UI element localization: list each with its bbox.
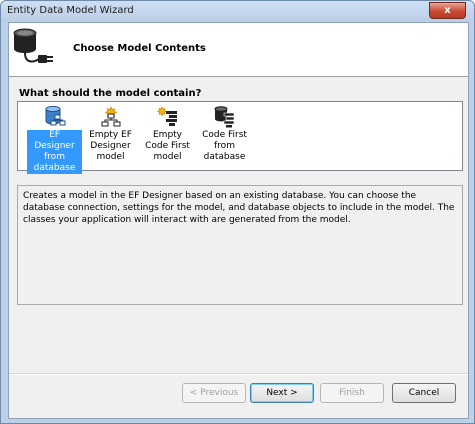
- model-contents-listbox[interactable]: EF Designer from database Empty EF Desig…: [17, 101, 463, 174]
- option-empty-ef-designer-model[interactable]: Empty EF Designer model: [83, 104, 138, 166]
- code-first-from-database-icon: [214, 106, 234, 128]
- close-icon: x: [444, 5, 451, 16]
- option-label: Empty EF Designer model: [89, 130, 132, 162]
- cancel-button[interactable]: Cancel: [392, 383, 456, 403]
- empty-code-first-icon: [156, 106, 177, 126]
- option-label: EF Designer from database: [27, 130, 82, 174]
- window-title: Entity Data Model Wizard: [7, 5, 134, 16]
- option-code-first-from-database[interactable]: Code First from database: [197, 104, 252, 166]
- page-title: Choose Model Contents: [73, 43, 206, 54]
- option-ef-designer-from-database[interactable]: EF Designer from database: [27, 104, 82, 174]
- next-button[interactable]: Next >: [250, 383, 314, 403]
- wizard-header: Choose Model Contents: [9, 23, 468, 77]
- empty-ef-designer-model-icon: [101, 106, 120, 127]
- close-button[interactable]: x: [429, 2, 466, 19]
- previous-button[interactable]: < Previous: [182, 383, 246, 403]
- option-empty-code-first-model[interactable]: Empty Code First model: [140, 104, 195, 166]
- finish-button[interactable]: Finish: [320, 383, 384, 403]
- option-description: Creates a model in the EF Designer based…: [23, 191, 455, 225]
- database-plug-icon: [12, 27, 56, 70]
- title-bar[interactable]: Entity Data Model Wizard x: [1, 1, 474, 22]
- ef-designer-from-database-icon: [45, 106, 65, 126]
- wizard-client: Choose Model Contents What should the mo…: [8, 22, 469, 419]
- description-box: Creates a model in the EF Designer based…: [17, 185, 463, 305]
- button-divider: [9, 373, 468, 375]
- option-label: Code First from database: [202, 130, 247, 162]
- model-contents-question: What should the model contain?: [19, 88, 202, 99]
- wizard-window: Entity Data Model Wizard x Choose Model …: [0, 0, 475, 424]
- option-label: Empty Code First model: [145, 130, 190, 162]
